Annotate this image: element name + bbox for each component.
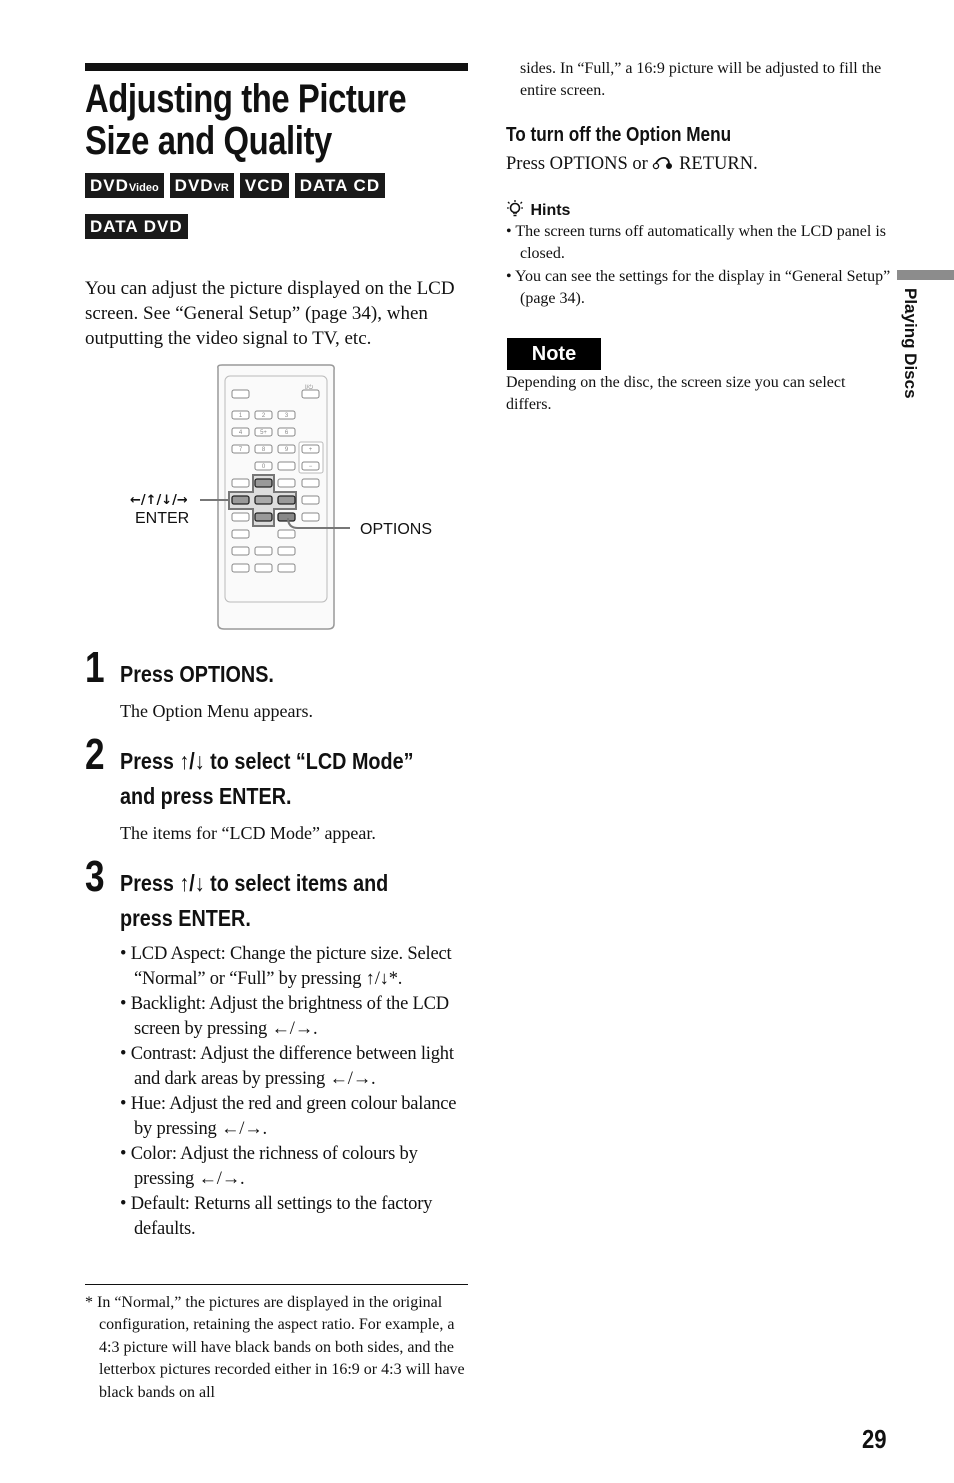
item-text: LCD Aspect: Change the picture size. Sel…	[130, 944, 452, 989]
enter-label: ENTER	[135, 510, 189, 527]
turn-off-text-before: Press OPTIONS or	[506, 154, 653, 174]
right-button	[277, 495, 296, 505]
step-1-heading: Press OPTIONS.	[120, 661, 274, 687]
title-rule	[85, 63, 468, 71]
hints-label: Hints	[530, 202, 571, 219]
list-item: • Contrast: Adjust the difference betwee…	[120, 1044, 454, 1089]
section-tab-marker	[897, 270, 954, 280]
step-1-number: 1	[85, 643, 105, 692]
down-button	[254, 512, 273, 522]
svg-text:5+: 5+	[260, 430, 267, 436]
page-title: Adjusting the Picture Size and Quality	[85, 77, 407, 163]
turn-off-heading: To turn off the Option Menu	[506, 124, 732, 146]
list-item: • LCD Aspect: Change the picture size. S…	[120, 944, 452, 989]
options-button	[277, 512, 296, 522]
badge-vcd: VCD	[239, 173, 289, 198]
badge-sub: Video	[128, 182, 159, 194]
item-text: Contrast: Adjust the difference between …	[130, 1044, 454, 1089]
up-button	[254, 478, 273, 488]
svg-text:+: +	[309, 447, 313, 453]
lcd-mode-items-list: • LCD Aspect: Change the picture size. S…	[120, 942, 470, 1242]
hint-item: • You can see the settings for the displ…	[506, 267, 891, 308]
item-text: Hue: Adjust the red and green colour bal…	[130, 1094, 457, 1139]
intro-paragraph: You can adjust the picture displayed on …	[85, 278, 455, 349]
step-3-heading: Press ↑/↓ to select items and press ENTE…	[120, 866, 388, 936]
step-2-body: The items for “LCD Mode” appear.	[120, 823, 376, 843]
power-button	[301, 389, 320, 399]
footnote-continued: sides. In “Full,” a 16:9 picture will be…	[520, 60, 882, 100]
list-item: • Default: Returns all settings to the f…	[120, 1194, 433, 1239]
hint-text: The screen turns off automatically when …	[515, 223, 887, 263]
footnote: * In “Normal,” the pictures are displaye…	[85, 1294, 465, 1401]
step-3-number: 3	[85, 852, 105, 901]
badge-main: DVD	[90, 176, 129, 195]
item-text: Default: Returns all settings to the fac…	[130, 1194, 433, 1239]
hints-list: • The screen turns off automatically whe…	[506, 221, 891, 311]
list-item: • Color: Adjust the richness of colours …	[120, 1144, 418, 1189]
remote-button	[231, 389, 250, 399]
title-line-2: Size and Quality	[85, 119, 332, 163]
badge-dvd-vr: DVDVR	[169, 173, 234, 198]
step-2-heading: Press ↑/↓ to select “LCD Mode” and press…	[120, 744, 413, 814]
turn-off-text-after: RETURN.	[674, 154, 758, 174]
arrows-label: ←/↑/↓/→	[130, 493, 188, 508]
page-number: 29	[862, 1424, 887, 1454]
remote-illustration: I/⏻ 123 4 5+ 6 789 0 +− ←/↑/↓/→ ENTER OPTI…	[130, 364, 432, 630]
svg-text:−: −	[309, 464, 313, 470]
left-button	[231, 495, 250, 505]
step-3-heading-line: press ENTER.	[120, 905, 251, 931]
step-2-heading-line: and press ENTER.	[120, 783, 292, 809]
enter-button	[254, 495, 273, 505]
list-item: • Hue: Adjust the red and green colour b…	[120, 1094, 457, 1139]
step-3-heading-line: Press ↑/↓ to select items and	[120, 870, 389, 896]
hint-item: • The screen turns off automatically whe…	[506, 223, 887, 263]
note-badge: Note	[507, 338, 601, 370]
hint-text: You can see the settings for the display…	[515, 267, 891, 308]
step-1-body: The Option Menu appears.	[120, 701, 313, 721]
step-2-heading-line: Press ↑/↓ to select “LCD Mode”	[120, 748, 414, 774]
section-label: Playing Discs	[901, 288, 920, 399]
badge-dvd-video: DVDVideo	[85, 173, 164, 198]
options-label: OPTIONS	[360, 521, 432, 538]
turn-off-text: Press OPTIONS or RETURN.	[506, 152, 891, 176]
lightbulb-icon	[507, 200, 523, 217]
hints-heading: Hints	[506, 199, 570, 220]
footnote-rule	[85, 1284, 468, 1285]
item-text: Color: Adjust the richness of colours by…	[130, 1144, 418, 1189]
disc-type-badges: DVDVideo DVDVR VCD DATA CD DATA DVD	[85, 173, 425, 255]
title-line-1: Adjusting the Picture	[85, 77, 407, 121]
item-text: Backlight: Adjust the brightness of the …	[130, 994, 449, 1039]
badge-sub: VR	[213, 182, 229, 194]
note-text: Depending on the disc, the screen size y…	[506, 374, 846, 414]
badge-main: DVD	[174, 176, 214, 195]
badge-data-dvd: DATA DVD	[85, 214, 188, 239]
return-icon	[653, 156, 673, 170]
step-2-number: 2	[85, 730, 105, 779]
list-item: • Backlight: Adjust the brightness of th…	[120, 994, 449, 1039]
badge-data-cd: DATA CD	[294, 173, 386, 198]
